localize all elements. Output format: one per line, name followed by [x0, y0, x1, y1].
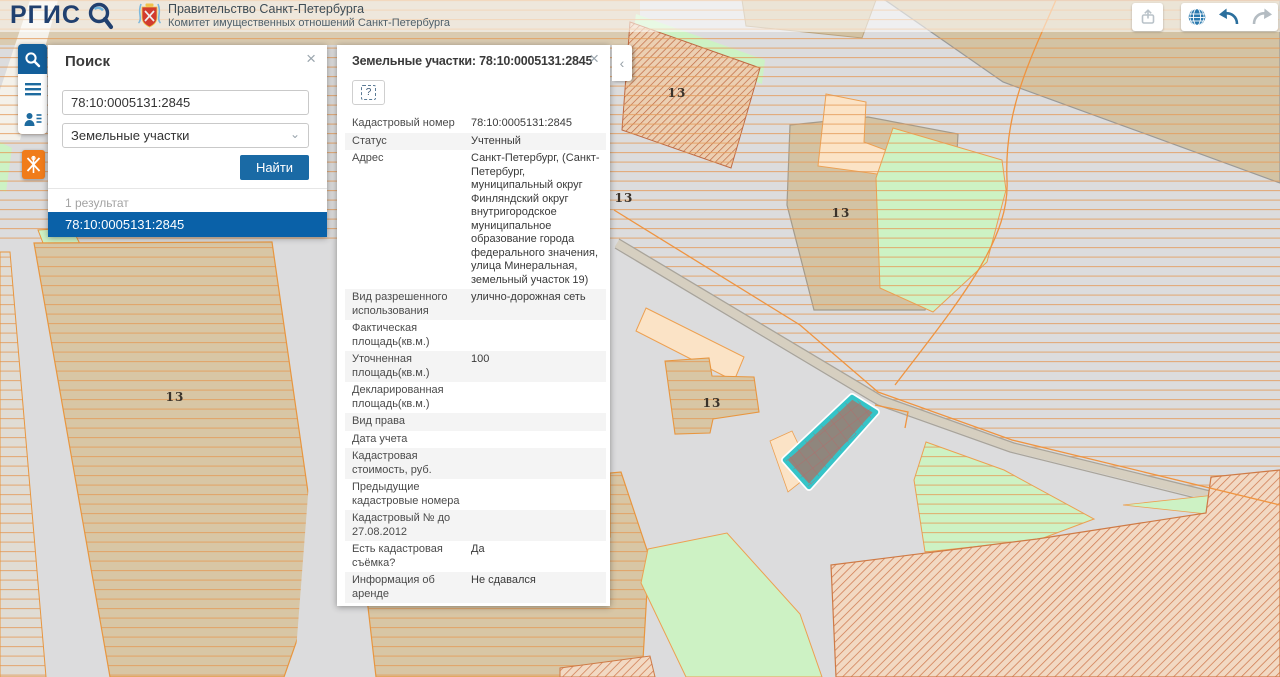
- results-count: 1 результат: [65, 196, 129, 210]
- layers-menu-button[interactable]: [18, 74, 47, 104]
- panel-collapse-tab[interactable]: ‹: [612, 45, 632, 81]
- parcel-number-label: 13: [703, 396, 722, 410]
- search-result-item[interactable]: 78:10:0005131:2845: [48, 212, 327, 237]
- attribute-value: Учтенный: [471, 135, 602, 149]
- attribute-row: Кадастровый номер 78:10:0005131:2845: [345, 115, 606, 133]
- undo-button[interactable]: [1213, 3, 1245, 31]
- attribute-label: Декларированная площадь(кв.м.): [352, 384, 471, 411]
- attribute-value: [471, 512, 602, 539]
- close-icon[interactable]: ×: [306, 50, 316, 68]
- attribute-value: [471, 433, 602, 447]
- details-panel-title: Земельные участки: 78:10:0005131:2845: [352, 54, 592, 68]
- attribute-label: Дата учета: [352, 433, 471, 447]
- government-title: Правительство Санкт-Петербурга: [168, 2, 450, 16]
- parcel-details-panel: Земельные участки: 78:10:0005131:2845 × …: [337, 45, 610, 606]
- attribute-row: Кадастровый № до 27.08.2012: [345, 510, 606, 541]
- attribute-row: Дата учета: [345, 431, 606, 449]
- find-button[interactable]: Найти: [240, 155, 309, 180]
- attribute-label: Кадастровый номер: [352, 117, 471, 131]
- attribute-row: Фактическая площадь(кв.м.): [345, 320, 606, 351]
- attribute-label: Информация об аренде: [352, 574, 471, 601]
- object-info-button[interactable]: ?: [352, 80, 385, 105]
- attribute-value: Да: [471, 543, 602, 570]
- attribute-row: Есть кадастровая съёмка? Да: [345, 541, 606, 572]
- attribute-row: Информация об аренде Не сдавался: [345, 572, 606, 603]
- attribute-row: Уточненная площадь(кв.м.) 100: [345, 351, 606, 382]
- attribute-row: Декларированная площадь(кв.м.): [345, 382, 606, 413]
- attribute-value: Не сдавался: [471, 574, 602, 601]
- attribute-value: Санкт-Петербург, (Санкт-Петербург, муниц…: [471, 152, 602, 287]
- results-divider: [48, 188, 327, 189]
- attribute-label: Статус: [352, 135, 471, 149]
- attribute-row: Вид права: [345, 413, 606, 431]
- kio-emblem-button[interactable]: [22, 150, 45, 179]
- attributes-table: Кадастровый номер 78:10:0005131:2845 Ста…: [345, 115, 606, 603]
- attribute-label: Кадастровая стоимость, руб.: [352, 450, 471, 477]
- share-button[interactable]: [1132, 3, 1163, 31]
- kio-emblem-icon: [25, 155, 42, 174]
- attribute-value: 78:10:0005131:2845: [471, 117, 602, 131]
- map-history-controls: [1181, 3, 1278, 31]
- search-input[interactable]: [62, 90, 309, 115]
- attribute-row: Вид разрешенного использования улично-до…: [345, 289, 606, 320]
- attribute-label: Вид разрешенного использования: [352, 291, 471, 318]
- attribute-value: [471, 481, 602, 508]
- search-panel-title: Поиск: [65, 53, 110, 70]
- attribute-value: [471, 384, 602, 411]
- search-panel: Поиск × Земельные участки ⌄ Найти 1 резу…: [48, 45, 327, 237]
- question-icon: ?: [361, 85, 376, 100]
- user-queries-button[interactable]: [18, 104, 47, 134]
- attribute-label: Кадастровый № до 27.08.2012: [352, 512, 471, 539]
- globe-icon: [1187, 7, 1207, 27]
- left-toolbar: [18, 44, 47, 134]
- attribute-label: Есть кадастровая съёмка?: [352, 543, 471, 570]
- attribute-label: Уточненная площадь(кв.м.): [352, 353, 471, 380]
- search-tool-button[interactable]: [18, 44, 47, 74]
- category-select[interactable]: Земельные участки ⌄: [62, 123, 309, 148]
- attribute-value: [471, 415, 602, 429]
- rgis-logo[interactable]: РГИС: [10, 1, 81, 31]
- attribute-value: [471, 322, 602, 349]
- magnifier-logo-icon: [86, 1, 118, 32]
- attribute-value: улично-дорожная сеть: [471, 291, 602, 318]
- attribute-label: Вид права: [352, 415, 471, 429]
- attribute-value: [471, 450, 602, 477]
- parcel-number-label: 13: [166, 390, 185, 404]
- redo-icon: [1249, 5, 1275, 29]
- parcel-number-label: 13: [832, 206, 851, 220]
- logo-text: РГИС: [10, 1, 81, 29]
- attribute-row: Предыдущие кадастровые номера: [345, 479, 606, 510]
- chevron-left-icon: ‹: [620, 55, 625, 71]
- share-icon: [1139, 8, 1157, 26]
- attribute-row: Кадастровая стоимость, руб.: [345, 448, 606, 479]
- category-select-value: Земельные участки: [71, 128, 189, 143]
- attribute-label: Предыдущие кадастровые номера: [352, 481, 471, 508]
- spb-coat-of-arms-icon: [138, 3, 161, 30]
- attribute-row: Статус Учтенный: [345, 133, 606, 151]
- header: РГИС Правительство Санкт-Петербурга Коми…: [0, 0, 1280, 32]
- government-caption: Правительство Санкт-Петербурга Комитет и…: [168, 2, 450, 30]
- close-icon[interactable]: ×: [589, 50, 599, 68]
- attribute-label: Адрес: [352, 152, 471, 287]
- rgis-app: 13 13 13 13 13 РГИС Правительство Санкт-Пете…: [0, 0, 1280, 677]
- search-icon: [24, 51, 41, 68]
- parcel-number-label: 13: [615, 191, 634, 205]
- attribute-value: 100: [471, 353, 602, 380]
- basemap-button[interactable]: [1181, 3, 1213, 31]
- details-panel-header: Земельные участки: 78:10:0005131:2845 ×: [337, 45, 610, 72]
- committee-title: Комитет имущественных отношений Санкт-Пе…: [168, 16, 450, 30]
- redo-button[interactable]: [1246, 3, 1278, 31]
- attribute-row: Адрес Санкт-Петербург, (Санкт-Петербург,…: [345, 150, 606, 289]
- undo-icon: [1216, 5, 1242, 29]
- menu-icon: [25, 83, 41, 96]
- parcel-number-label: 13: [668, 86, 687, 100]
- chevron-down-icon: ⌄: [290, 127, 300, 141]
- attribute-label: Фактическая площадь(кв.м.): [352, 322, 471, 349]
- user-list-icon: [24, 112, 42, 127]
